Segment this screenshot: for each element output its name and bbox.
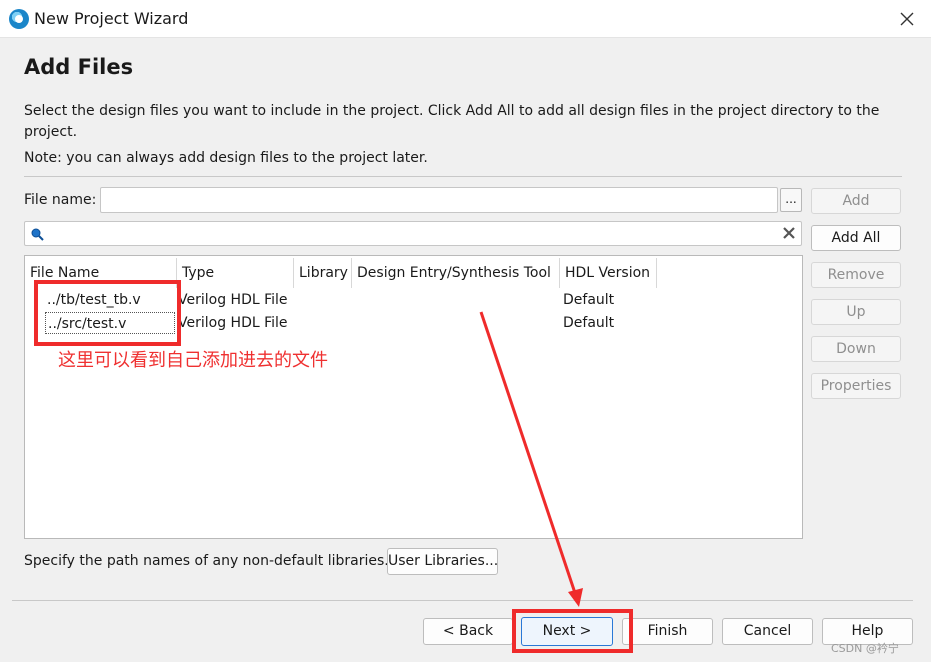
close-icon bbox=[900, 12, 914, 26]
search-icon bbox=[31, 228, 44, 241]
finish-button[interactable]: Finish bbox=[622, 618, 713, 645]
user-libraries-button[interactable]: User Libraries... bbox=[387, 548, 498, 575]
watermark: CSDN @衿宁 bbox=[831, 642, 899, 655]
column-header-tool[interactable]: Design Entry/Synthesis Tool bbox=[352, 258, 560, 288]
clear-search-icon[interactable] bbox=[782, 226, 796, 240]
add-button[interactable]: Add bbox=[811, 188, 901, 214]
hdl-version-cell: Default bbox=[563, 292, 615, 308]
column-header-hdl-version[interactable]: HDL Version bbox=[560, 258, 657, 288]
up-button[interactable]: Up bbox=[811, 299, 901, 325]
app-logo-icon bbox=[9, 9, 29, 29]
remove-button[interactable]: Remove bbox=[811, 262, 901, 288]
column-header-type[interactable]: Type bbox=[177, 258, 294, 288]
highlight-box-files bbox=[34, 280, 181, 346]
type-cell: Verilog HDL File bbox=[178, 292, 288, 308]
back-button[interactable]: < Back bbox=[423, 618, 513, 645]
add-all-button[interactable]: Add All bbox=[811, 225, 901, 251]
highlight-box-next bbox=[512, 609, 633, 653]
down-button[interactable]: Down bbox=[811, 336, 901, 362]
type-cell: Verilog HDL File bbox=[178, 315, 288, 331]
window-title: New Project Wizard bbox=[34, 9, 189, 28]
footer-divider bbox=[12, 600, 913, 601]
page-note: Note: you can always add design files to… bbox=[24, 150, 428, 166]
properties-button[interactable]: Properties bbox=[811, 373, 901, 399]
annotation-text: 这里可以看到自己添加进去的文件 bbox=[58, 350, 328, 371]
file-name-input[interactable] bbox=[100, 187, 778, 213]
page-title: Add Files bbox=[24, 55, 134, 79]
column-header-library[interactable]: Library bbox=[294, 258, 352, 288]
cancel-button[interactable]: Cancel bbox=[722, 618, 813, 645]
libraries-text: Specify the path names of any non-defaul… bbox=[24, 553, 389, 569]
search-field[interactable] bbox=[24, 221, 802, 246]
close-button[interactable] bbox=[893, 5, 921, 33]
page-description: Select the design files you want to incl… bbox=[24, 103, 880, 140]
file-name-label: File name: bbox=[24, 192, 97, 208]
hdl-version-cell: Default bbox=[563, 315, 615, 331]
header-divider bbox=[24, 176, 902, 177]
browse-button[interactable]: ... bbox=[780, 188, 802, 212]
